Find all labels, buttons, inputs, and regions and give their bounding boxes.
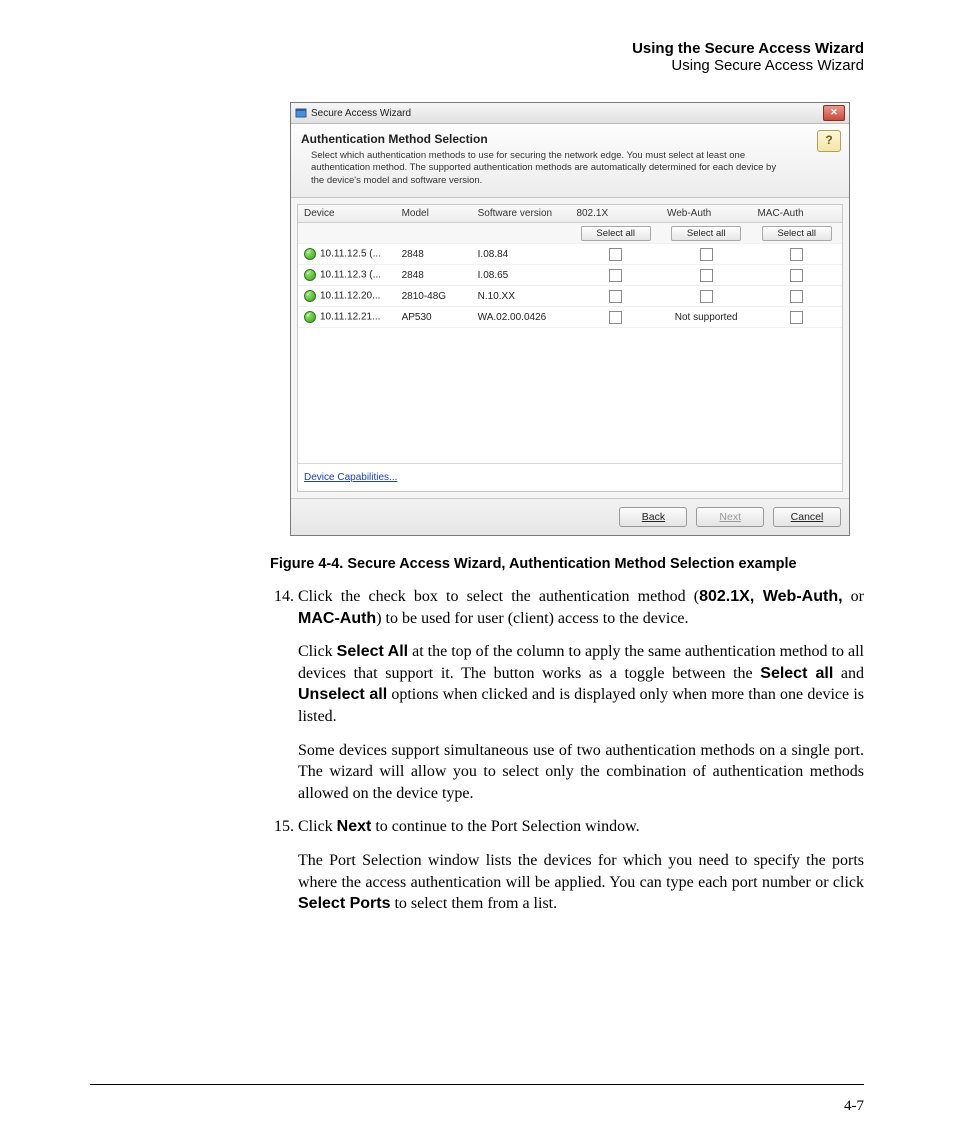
list-item-14: Click the check box to select the authen… [298,586,864,804]
instruction-list: Click the check box to select the authen… [270,586,864,915]
checkbox-macauth[interactable] [790,290,803,303]
swver-cell: WA.02.00.0426 [472,307,571,328]
footer-rule [90,1084,864,1085]
grid-empty-area [298,328,842,463]
device-capabilities-link[interactable]: Device Capabilities... [302,466,399,489]
header-title-bold: Using the Secure Access Wizard [110,40,864,57]
back-button[interactable]: Back [619,507,687,527]
checkbox-8021x[interactable] [609,290,622,303]
table-row: 10.11.12.3 (... 2848I.08.65 [298,265,842,286]
device-cell: 10.11.12.21... [320,312,380,323]
device-cell: 10.11.12.20... [320,291,380,302]
checkbox-macauth[interactable] [790,311,803,324]
select-all-row: Select all Select all Select all [298,223,842,244]
wizard-header: Authentication Method Selection Select w… [291,124,849,198]
cancel-button[interactable]: Cancel [773,507,841,527]
table-row: 10.11.12.5 (... 2848I.08.84 [298,244,842,265]
select-all-webauth[interactable]: Select all [671,226,741,241]
swver-cell: I.08.65 [472,265,571,286]
col-8021x: 802.1X [570,205,661,223]
col-swver: Software version [472,205,571,223]
select-all-macauth[interactable]: Select all [762,226,832,241]
window-title: Secure Access Wizard [311,108,411,119]
checkbox-webauth[interactable] [700,290,713,303]
model-cell: 2848 [396,244,472,265]
close-button[interactable]: ✕ [823,105,845,121]
checkbox-webauth[interactable] [700,248,713,261]
model-cell: 2810-48G [396,286,472,307]
grid-header-row: Device Model Software version 802.1X Web… [298,205,842,223]
device-cell: 10.11.12.5 (... [320,249,381,260]
device-grid: Device Model Software version 802.1X Web… [297,204,843,492]
checkbox-8021x[interactable] [609,311,622,324]
col-device: Device [298,205,396,223]
model-cell: AP530 [396,307,472,328]
status-ok-icon [304,311,316,323]
checkbox-macauth[interactable] [790,269,803,282]
table-row: 10.11.12.20... 2810-48GN.10.XX [298,286,842,307]
select-all-8021x[interactable]: Select all [581,226,651,241]
page-header: Using the Secure Access Wizard Using Sec… [110,40,864,74]
figure-screenshot: Secure Access Wizard ✕ Authentication Me… [290,102,850,536]
swver-cell: I.08.84 [472,244,571,265]
status-ok-icon [304,269,316,281]
app-icon [295,107,307,119]
table-row: 10.11.12.21... AP530WA.02.00.0426 Not supp… [298,307,842,328]
device-cell: 10.11.12.3 (... [320,270,381,281]
status-ok-icon [304,248,316,260]
col-model: Model [396,205,472,223]
checkbox-8021x[interactable] [609,248,622,261]
window-titlebar: Secure Access Wizard ✕ [291,103,849,124]
list-item-15: Click Next to continue to the Port Selec… [298,816,864,914]
swver-cell: N.10.XX [472,286,571,307]
col-macauth: MAC-Auth [751,205,842,223]
help-button[interactable]: ? [817,130,841,152]
status-ok-icon [304,290,316,302]
checkbox-macauth[interactable] [790,248,803,261]
wizard-body: Device Model Software version 802.1X Web… [291,198,849,498]
wizard-description: Select which authentication methods to u… [311,150,839,187]
header-title-light: Using Secure Access Wizard [110,57,864,74]
next-button[interactable]: Next [696,507,764,527]
model-cell: 2848 [396,265,472,286]
wizard-window: Secure Access Wizard ✕ Authentication Me… [290,102,850,536]
webauth-not-supported: Not supported [661,307,752,328]
checkbox-8021x[interactable] [609,269,622,282]
wizard-footer: Back Next Cancel [291,498,849,535]
checkbox-webauth[interactable] [700,269,713,282]
wizard-section-title: Authentication Method Selection [301,132,839,146]
figure-caption: Figure 4-4. Secure Access Wizard, Authen… [270,556,864,572]
col-webauth: Web-Auth [661,205,752,223]
page-number: 4-7 [844,1098,864,1115]
